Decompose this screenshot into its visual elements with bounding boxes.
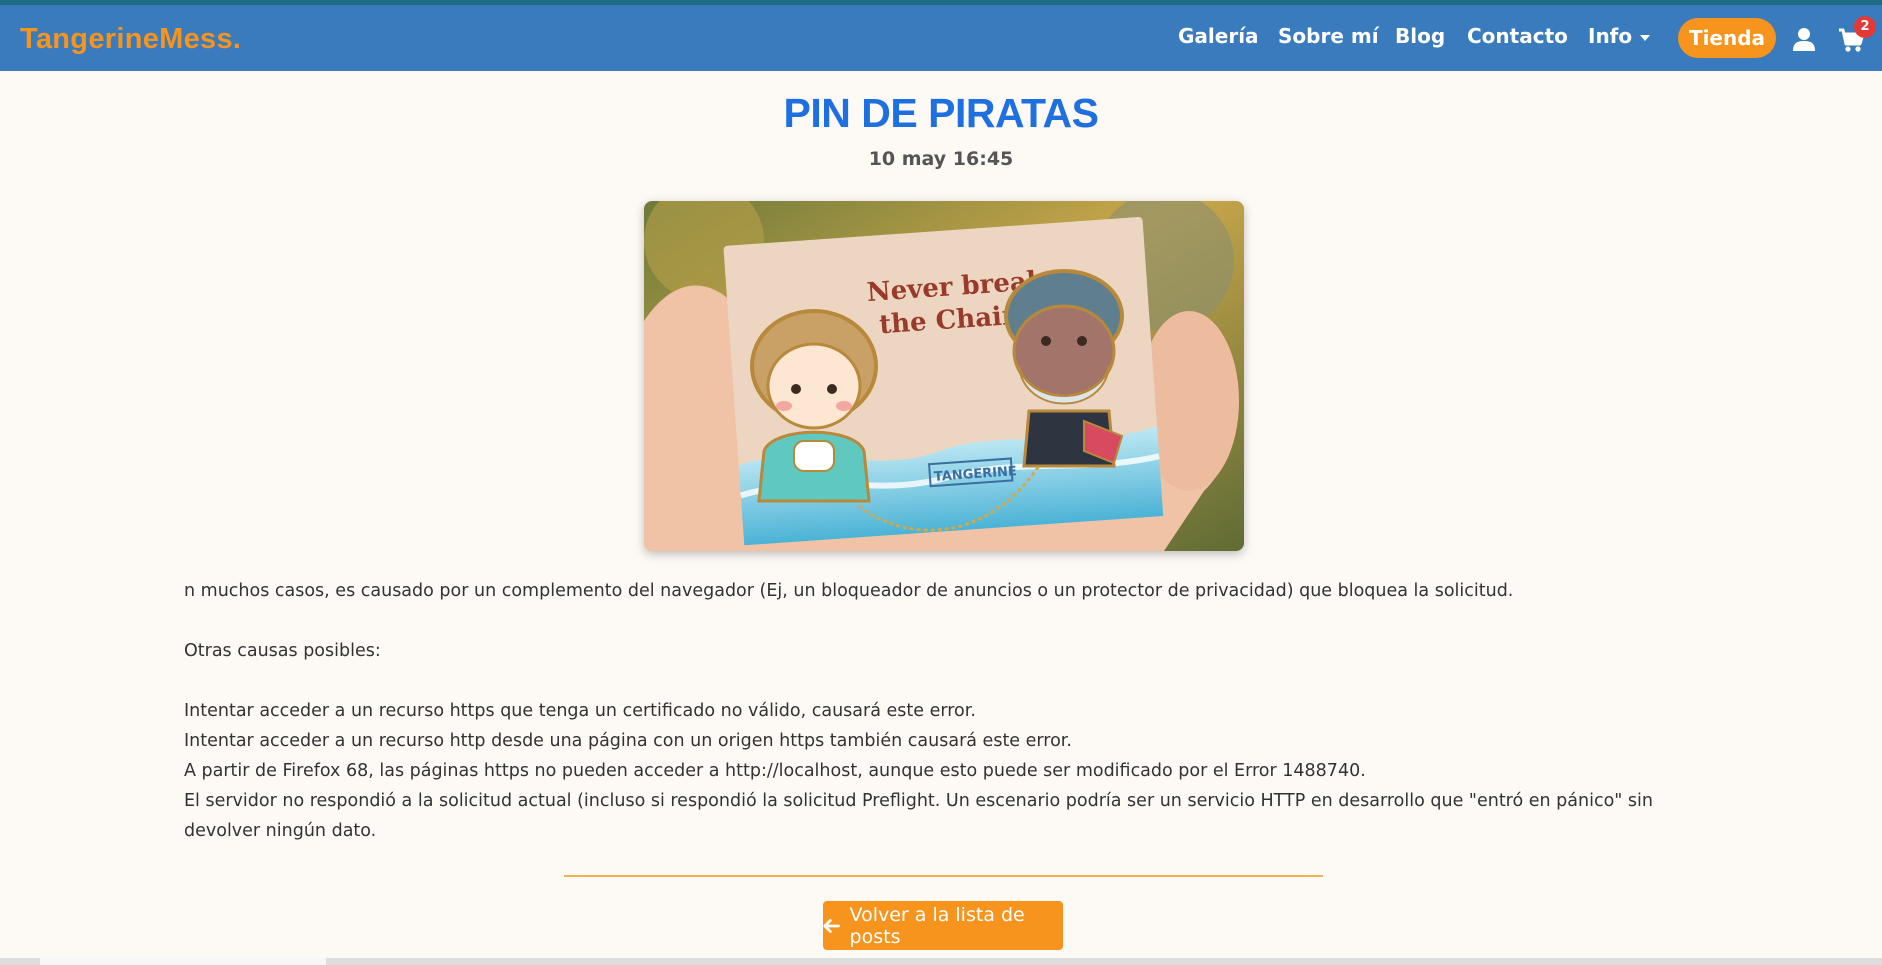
cart-count-badge: 2 — [1854, 16, 1876, 38]
divider — [564, 875, 1323, 877]
post-body: n muchos casos, es causado por un comple… — [184, 576, 1684, 846]
shop-button[interactable]: Tienda — [1678, 18, 1776, 58]
nav-blog[interactable]: Blog — [1395, 24, 1445, 48]
navbar: TangerineMess. Galería Sobre mí Blog Con… — [0, 5, 1882, 71]
list-item: El servidor no respondió a la solicitud … — [184, 791, 1653, 841]
list-item: Intentar acceder a un recurso https que … — [184, 701, 976, 721]
back-button-label: Volver a la lista de posts — [849, 903, 1025, 948]
user-icon[interactable] — [1793, 27, 1815, 51]
paragraph-intro: n muchos casos, es causado por un comple… — [184, 581, 1514, 601]
scrollbar-thumb[interactable] — [40, 958, 326, 965]
post-date: 10 may 16:45 — [868, 148, 1014, 170]
post-image: Never break the Chain TANGERINE — [644, 201, 1244, 551]
paragraph-other-causes: Otras causas posibles: — [184, 641, 381, 661]
brand-logo[interactable]: TangerineMess. — [20, 23, 241, 56]
nav-info-dropdown[interactable]: Info — [1588, 24, 1651, 48]
list-item: A partir de Firefox 68, las páginas http… — [184, 761, 1366, 781]
arrow-left-icon — [823, 918, 840, 933]
caret-down-icon — [1640, 34, 1651, 41]
nav-contacto[interactable]: Contacto — [1467, 24, 1568, 48]
back-to-posts-button[interactable]: Volver a la lista de posts — [823, 901, 1063, 950]
nav-info-label: Info — [1588, 24, 1633, 48]
nav-galeria[interactable]: Galería — [1178, 24, 1259, 48]
post-title: PIN DE PIRATAS — [783, 90, 1099, 136]
list-item: Intentar acceder a un recurso http desde… — [184, 731, 1072, 751]
pin-left — [750, 309, 878, 503]
nav-sobre-mi[interactable]: Sobre mí — [1278, 24, 1379, 48]
